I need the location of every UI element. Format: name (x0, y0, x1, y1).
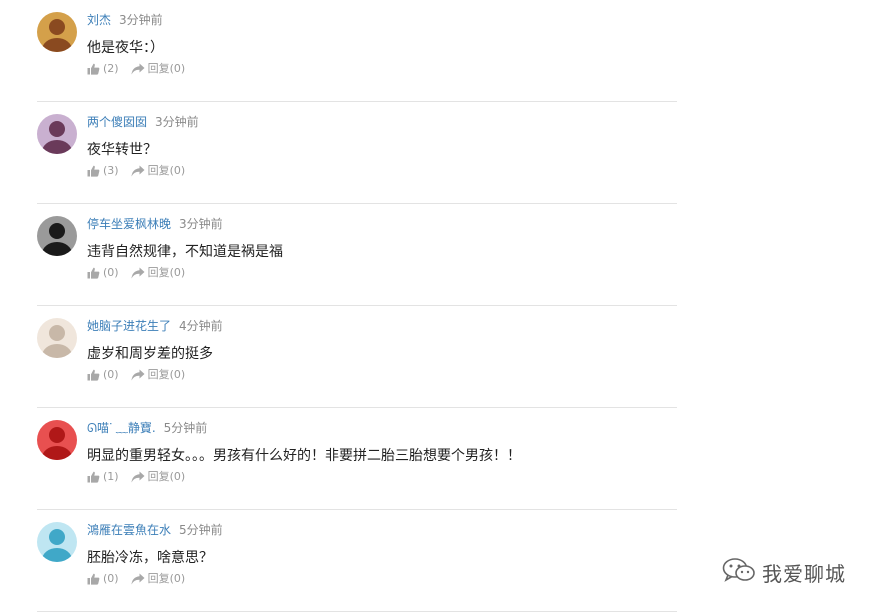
comment-item: 鴻雁在雲魚在水 5分钟前 胚胎冷冻，啥意思？ (0) 回复 (0) (37, 510, 677, 612)
comment-meta: 两个傻囡囡 3分钟前 (87, 114, 199, 130)
wechat-icon (722, 557, 756, 587)
comment-list: 刘杰 3分钟前 他是夜华：） (2) 回复 (0) 两个傻囡囡 3分钟前 夜华转世？ (3) 回复(… (37, 0, 677, 612)
thumbs-up-icon (87, 573, 100, 585)
reply-label: 回复 (147, 62, 170, 75)
watermark-text: 我爱聊城 (762, 561, 846, 586)
thumbs-up-icon (87, 471, 100, 483)
reply-button[interactable]: 回复 (0) (131, 470, 186, 484)
like-button[interactable]: (2) (87, 62, 119, 76)
username-link[interactable]: 两个傻囡囡 (87, 115, 147, 129)
comment-text: 夜华转世？ (87, 142, 157, 158)
like-count: (3) (103, 164, 119, 177)
reply-count: (0) (169, 470, 186, 483)
comment-text: 虚岁和周岁差的挺多 (87, 346, 213, 362)
reply-label: 回复 (147, 164, 170, 177)
like-count: (0) (103, 266, 119, 279)
reply-count: (0) (169, 164, 186, 177)
like-count: (0) (103, 368, 119, 381)
like-count: (2) (103, 62, 119, 75)
share-arrow-icon (131, 63, 145, 75)
like-button[interactable]: (1) (87, 470, 119, 484)
thumbs-up-icon (87, 165, 100, 177)
reply-count: (0) (169, 368, 186, 381)
comment-item: 她脑子进花生了 4分钟前 虚岁和周岁差的挺多 (0) 回复 (0) (37, 306, 677, 408)
like-button[interactable]: (0) (87, 266, 119, 280)
reply-count: (0) (169, 62, 186, 75)
comment-actions: (3) 回复 (0) (87, 164, 185, 178)
comment-meta: 停车坐爱枫林晚 3分钟前 (87, 216, 223, 232)
comment-item: 停车坐爱枫林晚 3分钟前 违背自然规律，不知道是祸是福 (0) 回复 (0) (37, 204, 677, 306)
comment-item: 两个傻囡囡 3分钟前夜华转世？ (3) 回复 (0) (37, 102, 677, 204)
share-arrow-icon (131, 573, 145, 585)
share-arrow-icon (131, 369, 145, 381)
like-button[interactable]: (3) (87, 164, 119, 178)
thumbs-up-icon (87, 267, 100, 279)
comment-actions: (0) 回复 (0) (87, 572, 185, 586)
comment-time: 3分钟前 (155, 115, 199, 129)
avatar[interactable] (37, 522, 77, 562)
reply-label: 回复 (147, 368, 170, 381)
reply-count: (0) (169, 266, 186, 279)
avatar[interactable] (37, 318, 77, 358)
comment-actions: (0) 回复 (0) (87, 266, 185, 280)
like-button[interactable]: (0) (87, 572, 119, 586)
username-link[interactable]: ᘏ喵ᐝ ﹏静寶. (87, 421, 156, 435)
comment-time: 5分钟前 (179, 523, 223, 537)
comment-meta: ᘏ喵ᐝ ﹏静寶. 5分钟前 (87, 420, 207, 436)
reply-button[interactable]: 回复 (0) (131, 164, 186, 178)
avatar[interactable] (37, 114, 77, 154)
share-arrow-icon (131, 165, 145, 177)
comment-actions: (0) 回复 (0) (87, 368, 185, 382)
reply-label: 回复 (147, 572, 170, 585)
like-count: (1) (103, 470, 119, 483)
watermark: 我爱聊城 (722, 557, 846, 587)
comment-item: 刘杰 3分钟前他是夜华：） (2) 回复 (0) (37, 0, 677, 102)
comment-actions: (2) 回复 (0) (87, 62, 185, 76)
share-arrow-icon (131, 267, 145, 279)
thumbs-up-icon (87, 369, 100, 381)
avatar[interactable] (37, 420, 77, 460)
comment-text: 违背自然规律，不知道是祸是福 (87, 244, 283, 260)
comment-time: 4分钟前 (179, 319, 223, 333)
reply-label: 回复 (147, 470, 170, 483)
comment-time: 3分钟前 (179, 217, 223, 231)
comment-meta: 鴻雁在雲魚在水 5分钟前 (87, 522, 223, 538)
username-link[interactable]: 她脑子进花生了 (87, 319, 171, 333)
comment-item: ᘏ喵ᐝ ﹏静寶. 5分钟前明显的重男轻女。。。男孩有什么好的！非要拼二胎三胎想要个… (37, 408, 677, 510)
comment-meta: 刘杰 3分钟前 (87, 12, 163, 28)
comment-time: 5分钟前 (163, 421, 208, 435)
comment-text: 明显的重男轻女。。。男孩有什么好的！非要拼二胎三胎想要个男孩！！ (87, 448, 521, 464)
username-link[interactable]: 刘杰 (87, 13, 111, 27)
comment-actions: (1) 回复 (0) (87, 470, 185, 484)
avatar[interactable] (37, 12, 77, 52)
comment-text: 胚胎冷冻，啥意思？ (87, 550, 213, 566)
reply-button[interactable]: 回复 (0) (131, 368, 186, 382)
username-link[interactable]: 停车坐爱枫林晚 (87, 217, 171, 231)
comment-text: 他是夜华：） (87, 40, 164, 56)
username-link[interactable]: 鴻雁在雲魚在水 (87, 523, 171, 537)
reply-button[interactable]: 回复 (0) (131, 62, 186, 76)
share-arrow-icon (131, 471, 145, 483)
thumbs-up-icon (87, 63, 100, 75)
like-count: (0) (103, 572, 119, 585)
comment-meta: 她脑子进花生了 4分钟前 (87, 318, 223, 334)
reply-count: (0) (169, 572, 186, 585)
reply-button[interactable]: 回复 (0) (131, 572, 186, 586)
reply-button[interactable]: 回复 (0) (131, 266, 186, 280)
comment-time: 3分钟前 (119, 13, 163, 27)
avatar[interactable] (37, 216, 77, 256)
like-button[interactable]: (0) (87, 368, 119, 382)
reply-label: 回复 (147, 266, 170, 279)
